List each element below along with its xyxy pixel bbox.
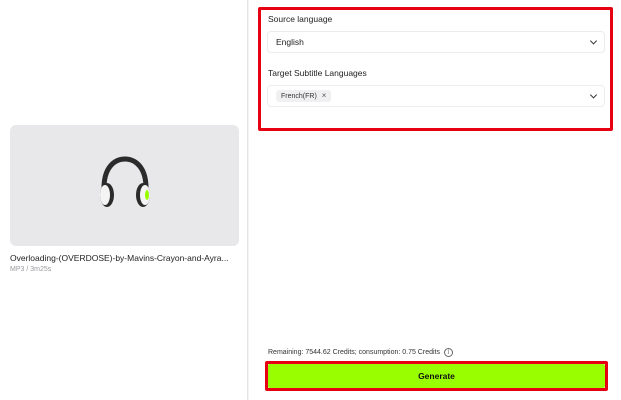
language-chip-label: French(FR) [281,92,317,100]
credits-info: Remaining: 7544.62 Credits; consumption:… [268,348,453,357]
target-languages-select[interactable]: French(FR) × [267,85,605,107]
chevron-down-icon [589,37,598,45]
media-file-meta: MP3 / 3m25s [10,266,52,273]
source-language-value: English [276,37,304,47]
chevron-down-icon [589,91,598,99]
media-file-name: Overloading-(OVERDOSE)-by-Mavins-Crayon-… [10,253,229,263]
media-thumbnail [10,125,239,246]
language-chip: French(FR) × [276,90,332,102]
info-icon[interactable]: i [443,348,453,357]
generate-button[interactable]: Generate [268,364,605,388]
source-language-label: Source language [268,14,333,24]
close-icon[interactable]: × [322,92,327,100]
media-panel: Overloading-(OVERDOSE)-by-Mavins-Crayon-… [0,0,248,400]
credits-text: Remaining: 7544.62 Credits; consumption:… [268,349,440,356]
target-languages-label: Target Subtitle Languages [268,68,367,78]
headphones-icon [94,154,156,217]
source-language-select[interactable]: English [267,31,605,53]
